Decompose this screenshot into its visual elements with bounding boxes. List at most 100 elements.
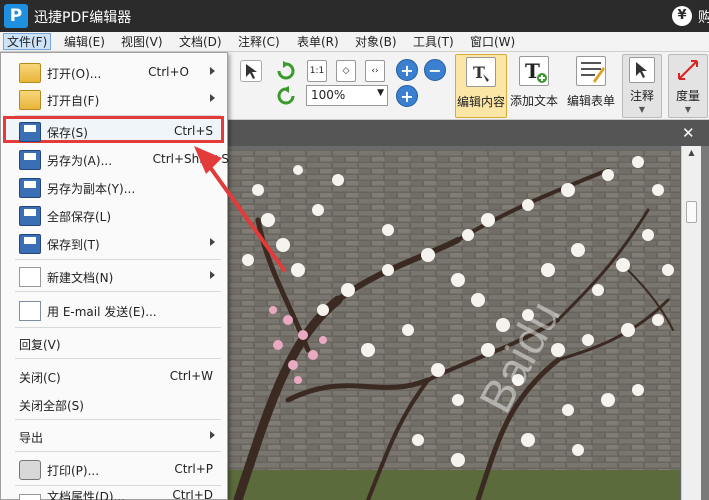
menu-item-properties[interactable]: 文档属性(D)... Ctrl+D [1,490,227,500]
menu-comment[interactable]: 注释(C) [238,34,280,51]
menu-bar: 文件(F) 编辑(E) 视图(V) 文档(D) 注释(C) 表单(R) 对象(B… [0,32,709,52]
measure-label: 度量 [675,89,700,103]
submenu-arrow-icon [210,67,215,75]
chevron-down-icon: ▼ [638,105,646,114]
menu-object[interactable]: 对象(B) [355,34,397,51]
buy-link[interactable]: 购买 [698,7,709,27]
edit-content-icon: T [466,57,496,87]
chevron-down-icon: ▼ [377,88,384,98]
print-icon [19,460,41,480]
menu-separator [15,327,221,328]
zoom-out-icon[interactable]: − [424,59,446,81]
close-icon[interactable]: ✕ [682,124,695,142]
save-all-icon [19,206,41,226]
chevron-down-icon: ▼ [684,105,692,114]
menu-item-open-from[interactable]: 打开自(F) [1,86,227,112]
submenu-arrow-icon [210,94,215,102]
menu-separator [15,451,221,452]
zoom-plus-icon[interactable]: + [396,85,418,107]
right-edge-strip [701,146,709,500]
measure-button[interactable]: 度量 ▼ [668,54,708,118]
menu-item-label: 另存为(A)... [47,154,113,168]
menu-item-label: 关闭全部(S) [19,399,84,413]
scroll-thumb[interactable] [686,201,697,223]
email-icon [19,301,41,321]
new-document-icon [19,267,41,287]
menu-edit[interactable]: 编辑(E) [64,34,105,51]
menu-item-label: 打开(O)... [47,67,102,81]
add-text-label: 添加文本 [510,94,559,108]
menu-item-label: 保存(S) [47,126,88,140]
menu-separator [15,358,221,359]
actual-size-icon[interactable]: 1:1 [307,60,327,82]
select-tool-icon[interactable] [240,60,262,82]
annotate-label: 注释 [629,89,654,103]
fit-page-icon[interactable]: ◇ [336,60,356,82]
app-logo-icon: P [4,4,28,28]
svg-text:T: T [473,63,485,82]
menu-item-label: 用 E-mail 发送(E)... [47,305,157,319]
menu-item-close-all[interactable]: 关闭全部(S) [1,391,227,417]
scroll-up-icon[interactable]: ▲ [685,148,698,160]
fit-width-icon[interactable]: ‹› [365,60,385,82]
edit-form-button[interactable]: 编辑表单 [565,54,617,118]
menu-separator [15,485,221,486]
menu-separator [15,115,221,116]
menu-separator [15,419,221,420]
menu-tools[interactable]: 工具(T) [413,34,454,51]
zoom-in-icon[interactable]: + [396,59,418,81]
menu-document[interactable]: 文档(D) [179,34,222,51]
menu-item-label: 新建文档(N) [47,271,114,285]
zoom-select[interactable]: 100% ▼ [306,85,388,106]
rotate-clockwise-icon[interactable] [275,60,297,82]
properties-icon [19,494,41,500]
menu-item-export[interactable]: 导出 [1,423,227,449]
save-as-icon [19,150,41,170]
menu-item-close[interactable]: 关闭(C) Ctrl+W [1,363,227,389]
yen-icon[interactable]: ¥ [672,6,692,26]
menu-item-label: 导出 [19,431,44,445]
menu-item-label: 关闭(C) [19,371,61,385]
add-text-button[interactable]: T 添加文本 [510,54,558,118]
menu-item-label: 另存为副本(Y)... [47,182,136,196]
edit-content-label: 编辑内容 [456,95,505,109]
menu-item-label: 回复(V) [19,338,61,352]
edit-content-button[interactable]: T 编辑内容 [455,54,507,118]
menu-item-label: 打开自(F) [47,94,100,108]
menu-item-shortcut: Ctrl+S [173,124,213,138]
menu-window[interactable]: 窗口(W) [470,34,515,51]
vertical-scrollbar[interactable]: ▲ [681,146,701,500]
title-bar: P 迅捷PDF编辑器 ¥ 购买 [0,0,709,32]
app-title: 迅捷PDF编辑器 [34,10,132,26]
menu-item-shortcut: Ctrl+P [174,462,213,476]
menu-file[interactable]: 文件(F) [3,33,52,50]
menu-item-email[interactable]: 用 E-mail 发送(E)... [1,297,227,323]
menu-item-shortcut: Ctrl+D [172,490,213,500]
menu-item-revert[interactable]: 回复(V) [1,330,227,356]
edit-form-icon [576,56,606,86]
menu-item-label: 保存到(T) [47,238,100,252]
menu-item-open[interactable]: 打开(O)... Ctrl+O [1,59,227,85]
menu-item-print[interactable]: 打印(P)... Ctrl+P [1,456,227,482]
zoom-value: 100% [311,88,346,102]
folder-globe-icon [19,90,41,110]
annotation-arrow [194,146,286,272]
menu-item-label: 打印(P)... [47,464,100,478]
rotate-counterclockwise-icon[interactable] [275,85,297,107]
menu-item-shortcut: Ctrl+W [169,369,213,383]
document-view[interactable]: Baidu [228,146,709,500]
folder-icon [19,63,41,83]
annotate-icon [629,57,655,83]
save-icon [19,122,41,142]
menu-view[interactable]: 视图(V) [121,34,163,51]
annotate-button[interactable]: 注释 ▼ [622,54,662,118]
save-to-icon [19,234,41,254]
menu-item-label: 全部保存(L) [47,210,112,224]
menu-item-label: 文档属性(D)... [47,490,126,500]
edit-form-label: 编辑表单 [566,94,615,108]
menu-form[interactable]: 表单(R) [297,34,339,51]
menu-separator [15,291,221,292]
add-text-icon: T [519,56,549,86]
save-copy-icon [19,178,41,198]
measure-icon [675,57,701,83]
